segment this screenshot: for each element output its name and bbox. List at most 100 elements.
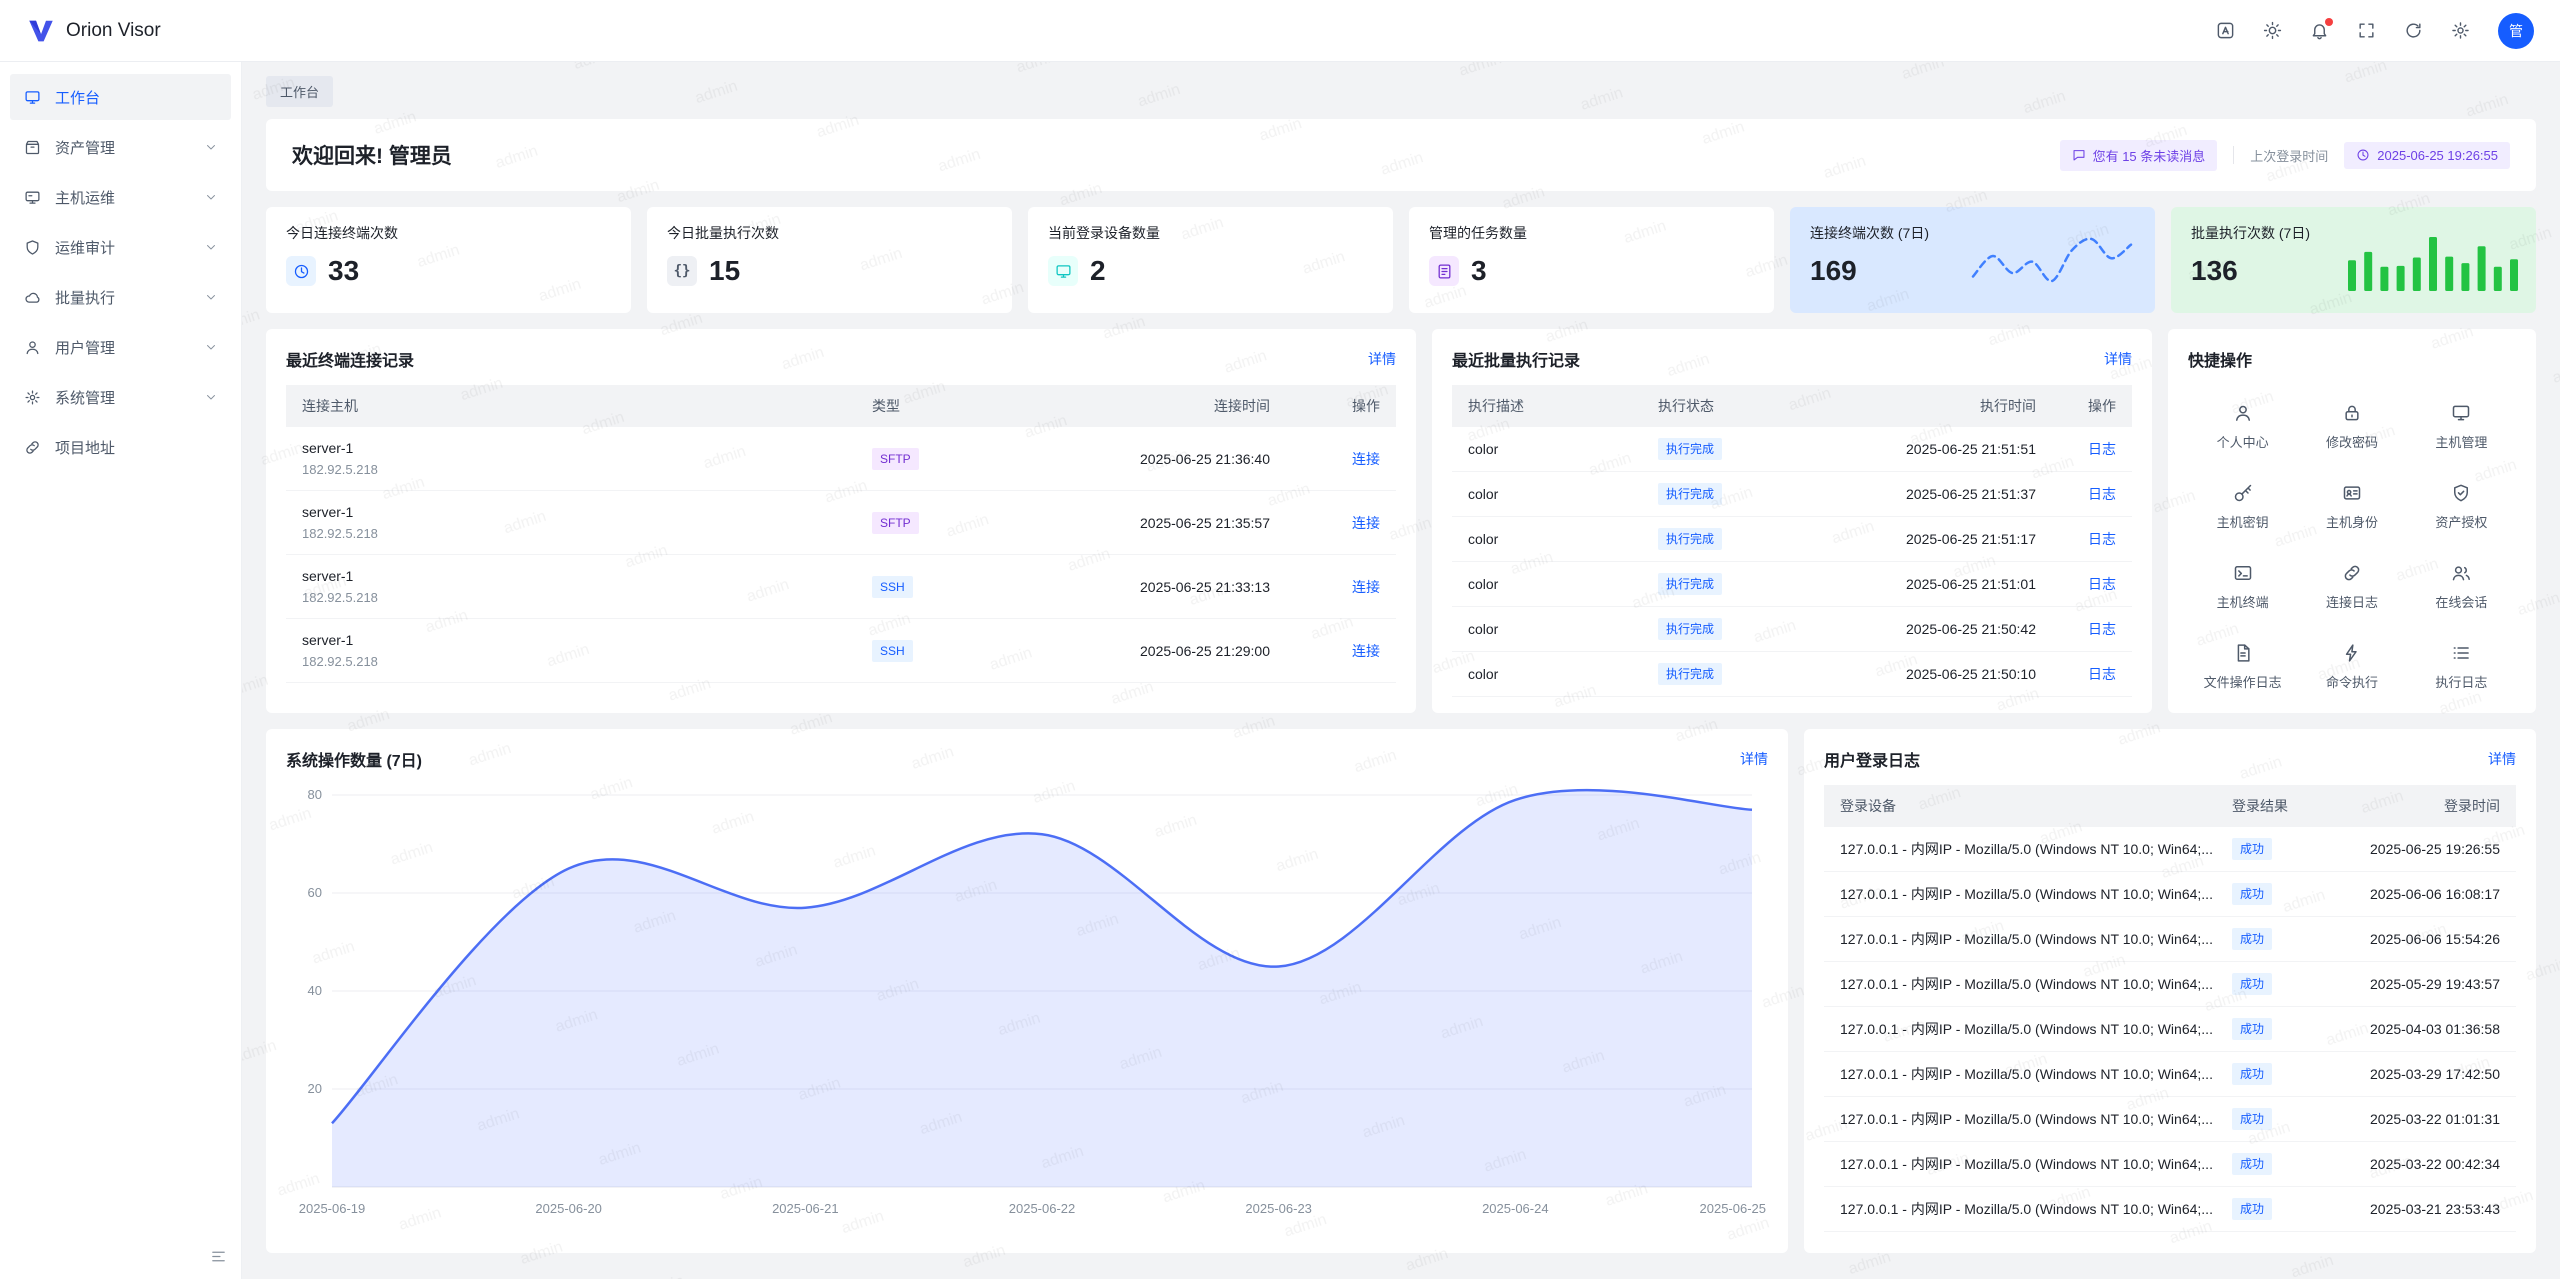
refresh-icon[interactable] xyxy=(2404,21,2423,40)
login-device: 127.0.0.1 - 内网IP - Mozilla/5.0 (Windows … xyxy=(1824,1187,2216,1232)
connect-link[interactable]: 连接 xyxy=(1352,515,1380,531)
last-login-time-chip: 2025-06-25 19:26:55 xyxy=(2344,142,2510,169)
sidebar-item-label: 批量执行 xyxy=(55,287,115,308)
log-link[interactable]: 日志 xyxy=(2088,666,2116,682)
log-link[interactable]: 日志 xyxy=(2088,531,2116,547)
exec-time: 2025-06-25 21:50:10 xyxy=(1812,652,2052,697)
sidebar-item-workbench[interactable]: 工作台 xyxy=(10,74,231,120)
batch-details-link[interactable]: 详情 xyxy=(2104,349,2132,369)
login-row: 127.0.0.1 - 内网IP - Mozilla/5.0 (Windows … xyxy=(1824,1187,2516,1232)
login-row: 127.0.0.1 - 内网IP - Mozilla/5.0 (Windows … xyxy=(1824,1142,2516,1187)
batch-row: color执行完成2025-06-25 21:51:51日志 xyxy=(1452,427,2132,472)
batch-cloud-icon xyxy=(24,289,41,306)
login-result-tag: 成功 xyxy=(2232,1108,2272,1130)
log-link[interactable]: 日志 xyxy=(2088,486,2116,502)
batch-table: 执行描述 执行状态 执行时间 操作 color执行完成2025-06-25 21… xyxy=(1452,385,2132,697)
settings-gear-icon[interactable] xyxy=(2451,21,2470,40)
svg-text:60: 60 xyxy=(308,885,322,900)
system-gear-icon xyxy=(24,389,41,406)
host-ip: 182.92.5.218 xyxy=(302,460,840,479)
stat-label: 当前登录设备数量 xyxy=(1048,223,1373,243)
chevron-down-icon xyxy=(205,341,217,353)
sidebar-item-batch-exec[interactable]: 批量执行 xyxy=(10,274,231,320)
quick-action-host-management[interactable]: 主机管理 xyxy=(2407,387,2516,467)
language-icon[interactable] xyxy=(2216,21,2235,40)
sidebar-item-users[interactable]: 用户管理 xyxy=(10,324,231,370)
quick-action-label: 主机身份 xyxy=(2326,512,2378,531)
sidebar-item-assets[interactable]: 资产管理 xyxy=(10,124,231,170)
log-link[interactable]: 日志 xyxy=(2088,621,2116,637)
file-icon xyxy=(2233,643,2253,663)
quick-action-online-sessions[interactable]: 在线会话 xyxy=(2407,547,2516,627)
sidebar-item-system[interactable]: 系统管理 xyxy=(10,374,231,420)
stat-value: 169 xyxy=(1810,255,1857,287)
fullscreen-icon[interactable] xyxy=(2357,21,2376,40)
svg-text:2025-06-23: 2025-06-23 xyxy=(1245,1201,1312,1216)
quick-action-file-operation-log[interactable]: 文件操作日志 xyxy=(2188,627,2297,707)
column-header: 执行时间 xyxy=(1812,385,2052,427)
quick-action-change-password[interactable]: 修改密码 xyxy=(2297,387,2406,467)
user-avatar[interactable]: 管 xyxy=(2498,13,2534,49)
user-icon xyxy=(2233,403,2253,423)
quick-action-host-identity[interactable]: 主机身份 xyxy=(2297,467,2406,547)
connect-link[interactable]: 连接 xyxy=(1352,579,1380,595)
stat-label: 管理的任务数量 xyxy=(1429,223,1754,243)
quick-action-label: 主机终端 xyxy=(2217,592,2269,611)
host-name: server-1 xyxy=(302,502,840,522)
quick-action-personal-center[interactable]: 个人中心 xyxy=(2188,387,2297,467)
device-monitor-icon xyxy=(1048,256,1078,286)
sidebar-item-audit[interactable]: 运维审计 xyxy=(10,224,231,270)
lock-icon xyxy=(2342,403,2362,423)
quick-action-label: 连接日志 xyxy=(2326,592,2378,611)
system-operations-chart: 204060802025-06-192025-06-202025-06-2120… xyxy=(286,779,1768,1223)
breadcrumb[interactable]: 工作台 xyxy=(266,76,333,107)
theme-sun-icon[interactable] xyxy=(2263,21,2282,40)
stat-card-batch-today: 今日批量执行次数 {} 15 xyxy=(647,207,1012,313)
exec-description: color xyxy=(1452,517,1642,562)
system-operations-panel: 系统操作数量 (7日) 详情 204060802025-06-192025-06… xyxy=(266,729,1788,1253)
login-time: 2025-04-03 01:36:58 xyxy=(2331,1007,2516,1052)
last-login-label: 上次登录时间 xyxy=(2250,146,2328,165)
chevron-down-icon xyxy=(205,141,217,153)
stat-card-managed-tasks: 管理的任务数量 3 xyxy=(1409,207,1774,313)
sidebar-item-label: 工作台 xyxy=(55,87,100,108)
quick-action-command-execution[interactable]: 命令执行 xyxy=(2297,627,2406,707)
app-logo[interactable]: Orion Visor xyxy=(26,16,161,46)
panel-title: 快捷操作 xyxy=(2188,347,2252,371)
quick-action-asset-authorization[interactable]: 资产授权 xyxy=(2407,467,2516,547)
exec-description: color xyxy=(1452,652,1642,697)
login-result-tag: 成功 xyxy=(2232,1018,2272,1040)
connect-link[interactable]: 连接 xyxy=(1352,643,1380,659)
last-login-time: 2025-06-25 19:26:55 xyxy=(2377,148,2498,163)
panel-title: 最近批量执行记录 xyxy=(1452,347,1580,371)
sidebar-collapse-icon[interactable] xyxy=(210,1248,227,1265)
chart-details-link[interactable]: 详情 xyxy=(1740,749,1768,769)
quick-action-host-key[interactable]: 主机密钥 xyxy=(2188,467,2297,547)
topbar-actions: 管 xyxy=(2216,13,2534,49)
svg-text:2025-06-19: 2025-06-19 xyxy=(299,1201,366,1216)
sidebar-item-host-ops[interactable]: 主机运维 xyxy=(10,174,231,220)
connect-link[interactable]: 连接 xyxy=(1352,451,1380,467)
exec-time: 2025-06-25 21:51:01 xyxy=(1812,562,2052,607)
shield-check-icon xyxy=(2451,483,2471,503)
svg-text:2025-06-22: 2025-06-22 xyxy=(1009,1201,1076,1216)
exec-status-tag: 执行完成 xyxy=(1658,438,1722,460)
quick-action-host-terminal[interactable]: 主机终端 xyxy=(2188,547,2297,627)
notification-bell-icon[interactable] xyxy=(2310,21,2329,40)
login-result-tag: 成功 xyxy=(2232,883,2272,905)
unread-messages-chip[interactable]: 您有 15 条未读消息 xyxy=(2060,140,2218,171)
login-table-body: 127.0.0.1 - 内网IP - Mozilla/5.0 (Windows … xyxy=(1824,827,2516,1232)
log-link[interactable]: 日志 xyxy=(2088,576,2116,592)
svg-text:2025-06-24: 2025-06-24 xyxy=(1482,1201,1549,1216)
notification-badge-dot xyxy=(2325,18,2333,26)
sidebar-item-project-link[interactable]: 项目地址 xyxy=(10,424,231,470)
terminal-details-link[interactable]: 详情 xyxy=(1368,349,1396,369)
login-details-link[interactable]: 详情 xyxy=(2488,749,2516,769)
audit-shield-icon xyxy=(24,239,41,256)
log-link[interactable]: 日志 xyxy=(2088,441,2116,457)
terminal-row: server-1182.92.5.218SFTP2025-06-25 21:36… xyxy=(286,427,1396,491)
quick-action-execution-log[interactable]: 执行日志 xyxy=(2407,627,2516,707)
quick-action-connection-log[interactable]: 连接日志 xyxy=(2297,547,2406,627)
quick-action-label: 修改密码 xyxy=(2326,432,2378,451)
login-row: 127.0.0.1 - 内网IP - Mozilla/5.0 (Windows … xyxy=(1824,1007,2516,1052)
